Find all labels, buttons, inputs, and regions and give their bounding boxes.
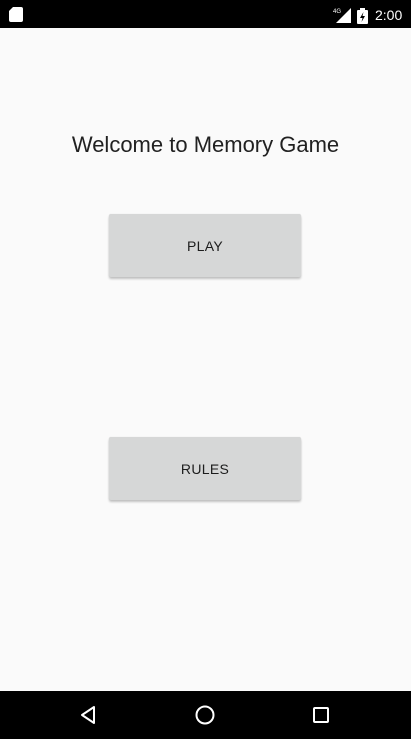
battery-charging-icon — [357, 8, 368, 24]
back-icon[interactable] — [77, 703, 101, 727]
network-type-label: 4G — [333, 9, 341, 15]
rules-button[interactable]: RULES — [109, 437, 301, 500]
play-button[interactable]: PLAY — [109, 214, 301, 277]
recents-icon[interactable] — [309, 703, 333, 727]
status-time: 2:00 — [375, 7, 403, 23]
main-screen: Welcome to Memory Game PLAY RULES — [0, 28, 411, 691]
status-bar: 4G 2:00 — [0, 0, 411, 28]
home-icon[interactable] — [193, 703, 217, 727]
navigation-bar — [0, 691, 411, 739]
page-title: Welcome to Memory Game — [71, 132, 340, 157]
sd-card-icon — [9, 7, 23, 22]
signal-icon: 4G — [333, 8, 351, 23]
